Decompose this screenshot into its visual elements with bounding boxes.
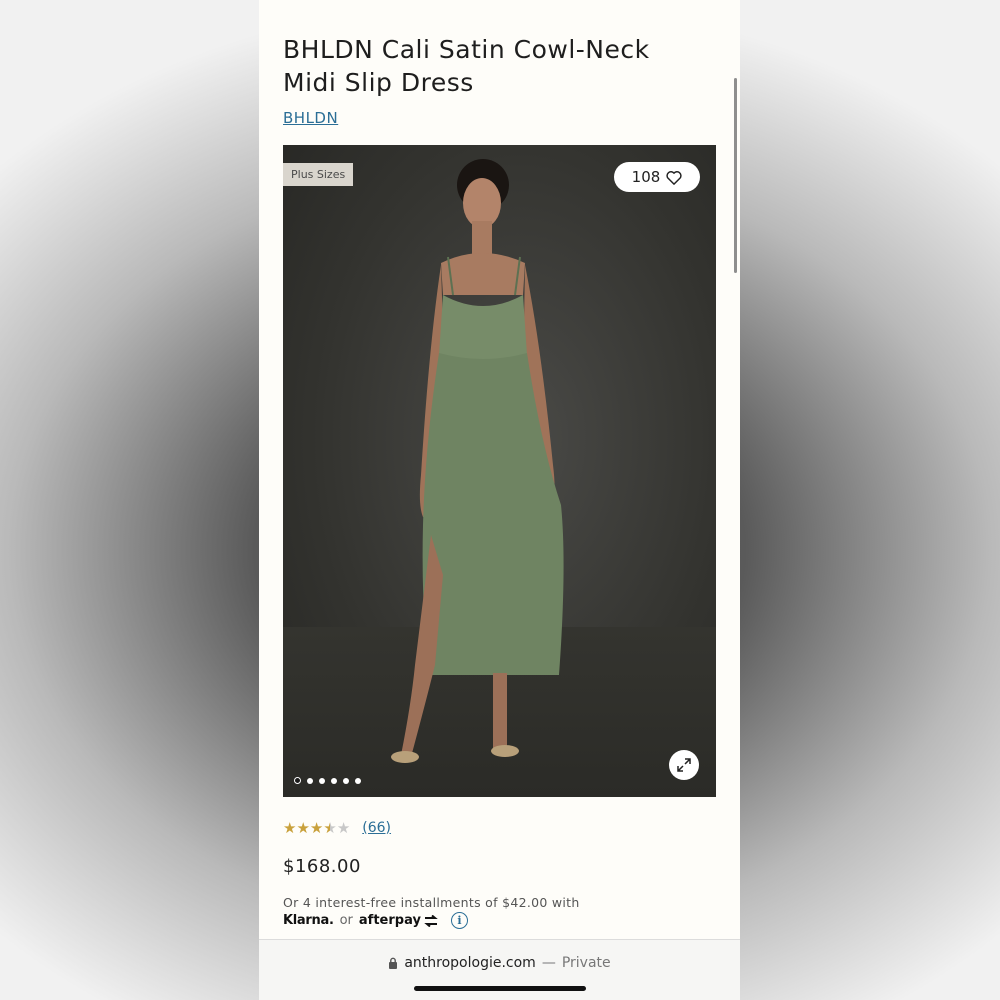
browser-viewport: BHLDN Cali Satin Cowl-Neck Midi Slip Dre… bbox=[259, 0, 740, 1000]
product-price: $168.00 bbox=[283, 856, 361, 877]
url-separator: — bbox=[541, 955, 556, 971]
url-display: anthropologie.com — Private bbox=[259, 955, 740, 971]
home-indicator[interactable] bbox=[414, 986, 586, 991]
private-mode-label: Private bbox=[561, 955, 611, 971]
favorites-count: 108 bbox=[631, 168, 661, 186]
carousel-dot[interactable] bbox=[343, 777, 349, 784]
product-rating: ★★★★★ (66) bbox=[283, 818, 391, 838]
favorite-button[interactable]: 108 bbox=[614, 162, 700, 192]
star-icon: ★ bbox=[309, 819, 324, 837]
heart-icon bbox=[666, 170, 682, 185]
carousel-dot[interactable] bbox=[319, 777, 325, 784]
info-icon[interactable]: i bbox=[450, 912, 468, 929]
installments-text: Or 4 interest-free installments of $42.0… bbox=[283, 895, 580, 910]
brand-link[interactable]: BHLDN bbox=[283, 109, 338, 127]
browser-address-bar[interactable]: anthropologie.com — Private bbox=[259, 939, 740, 1000]
plus-sizes-badge: Plus Sizes bbox=[283, 163, 354, 186]
or-text: or bbox=[339, 913, 353, 928]
expand-icon bbox=[677, 758, 691, 772]
scroll-indicator[interactable] bbox=[734, 78, 737, 273]
review-count-link[interactable]: (66) bbox=[362, 820, 391, 836]
carousel-dot[interactable] bbox=[307, 777, 313, 784]
carousel-dot[interactable] bbox=[355, 777, 361, 784]
star-icon: ★ bbox=[336, 819, 351, 837]
half-star-icon: ★ bbox=[323, 819, 337, 837]
afterpay-logo: afterpay bbox=[359, 913, 439, 928]
afterpay-wordmark: afterpay bbox=[358, 913, 421, 928]
star-icon: ★ bbox=[283, 819, 297, 837]
product-image-carousel[interactable]: Plus Sizes 108 bbox=[283, 145, 716, 797]
product-title: BHLDN Cali Satin Cowl-Neck Midi Slip Dre… bbox=[283, 35, 650, 97]
url-domain: anthropologie.com bbox=[404, 955, 536, 971]
carousel-dot[interactable] bbox=[331, 777, 337, 784]
carousel-dot[interactable] bbox=[294, 777, 301, 784]
carousel-dots bbox=[294, 777, 361, 784]
afterpay-arrows-icon bbox=[424, 914, 438, 927]
expand-image-button[interactable] bbox=[669, 750, 699, 780]
model-photo bbox=[391, 159, 564, 763]
payment-providers: Klarna. or afterpay i bbox=[283, 912, 468, 929]
lock-icon bbox=[389, 957, 398, 969]
star-rating: ★★★★★ bbox=[283, 818, 350, 838]
star-icon: ★ bbox=[296, 819, 310, 837]
klarna-logo: Klarna. bbox=[283, 913, 334, 928]
